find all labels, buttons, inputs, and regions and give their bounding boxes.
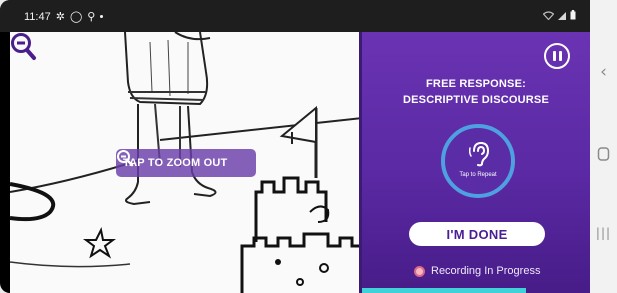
- home-icon[interactable]: [590, 146, 617, 162]
- pause-icon-bar: [559, 51, 562, 61]
- status-bar: 11:47 ✲ ◯ ⚲: [0, 0, 590, 32]
- app-content: TAP TO ZOOM OUT FREE RESPONSE: DESCRIPTI…: [10, 32, 590, 293]
- tap-to-zoom-out-button[interactable]: TAP TO ZOOM OUT: [116, 149, 256, 177]
- notification-dot-icon: [100, 15, 104, 18]
- picture-panel[interactable]: TAP TO ZOOM OUT: [10, 32, 362, 293]
- location-pin-icon: ⚲: [87, 11, 96, 23]
- settings-icon: ✲: [55, 11, 65, 23]
- recording-dot-icon: [414, 265, 425, 277]
- zoom-out-icon: [117, 150, 134, 167]
- battery-icon: [570, 10, 576, 20]
- status-time: 11:47: [24, 10, 51, 23]
- task-title-line1: FREE RESPONSE:: [426, 78, 526, 90]
- zoom-out-label: TAP TO ZOOM OUT: [123, 157, 228, 169]
- phone-display: 11:47 ✲ ◯ ⚲ TAP TO ZOOM OUT FREE RESPONS…: [0, 0, 590, 293]
- circle-icon: ◯: [69, 11, 83, 23]
- status-right: [543, 10, 576, 20]
- pause-button[interactable]: [544, 43, 570, 69]
- zoom-out-icon[interactable]: [10, 32, 38, 62]
- task-title-line2: DESCRIPTIVE DISCOURSE: [402, 94, 549, 106]
- signal-icon: [558, 11, 566, 20]
- status-left: 11:47 ✲ ◯ ⚲: [24, 10, 104, 23]
- tap-to-repeat-button[interactable]: Tap to Repeat: [441, 124, 515, 198]
- recording-status: Recording In Progress: [414, 265, 540, 277]
- pause-icon: [553, 51, 556, 61]
- progress-fill: [362, 288, 526, 293]
- recording-label: Recording In Progress: [431, 265, 541, 277]
- response-panel: FREE RESPONSE: DESCRIPTIVE DISCOURSE Tap…: [362, 32, 590, 293]
- device-screen: 11:47 ✲ ◯ ⚲ TAP TO ZOOM OUT FREE RESPONS…: [0, 0, 617, 293]
- recents-icon[interactable]: |||: [590, 226, 617, 240]
- repeat-caption: Tap to Repeat: [459, 172, 497, 178]
- im-done-button[interactable]: I'M DONE: [409, 222, 545, 246]
- back-chevron-icon[interactable]: ‹: [590, 62, 617, 82]
- ear-icon: [469, 141, 490, 167]
- navigation-bar: ‹ |||: [590, 0, 617, 293]
- wifi-icon: [543, 10, 554, 20]
- progress-track: [362, 288, 590, 293]
